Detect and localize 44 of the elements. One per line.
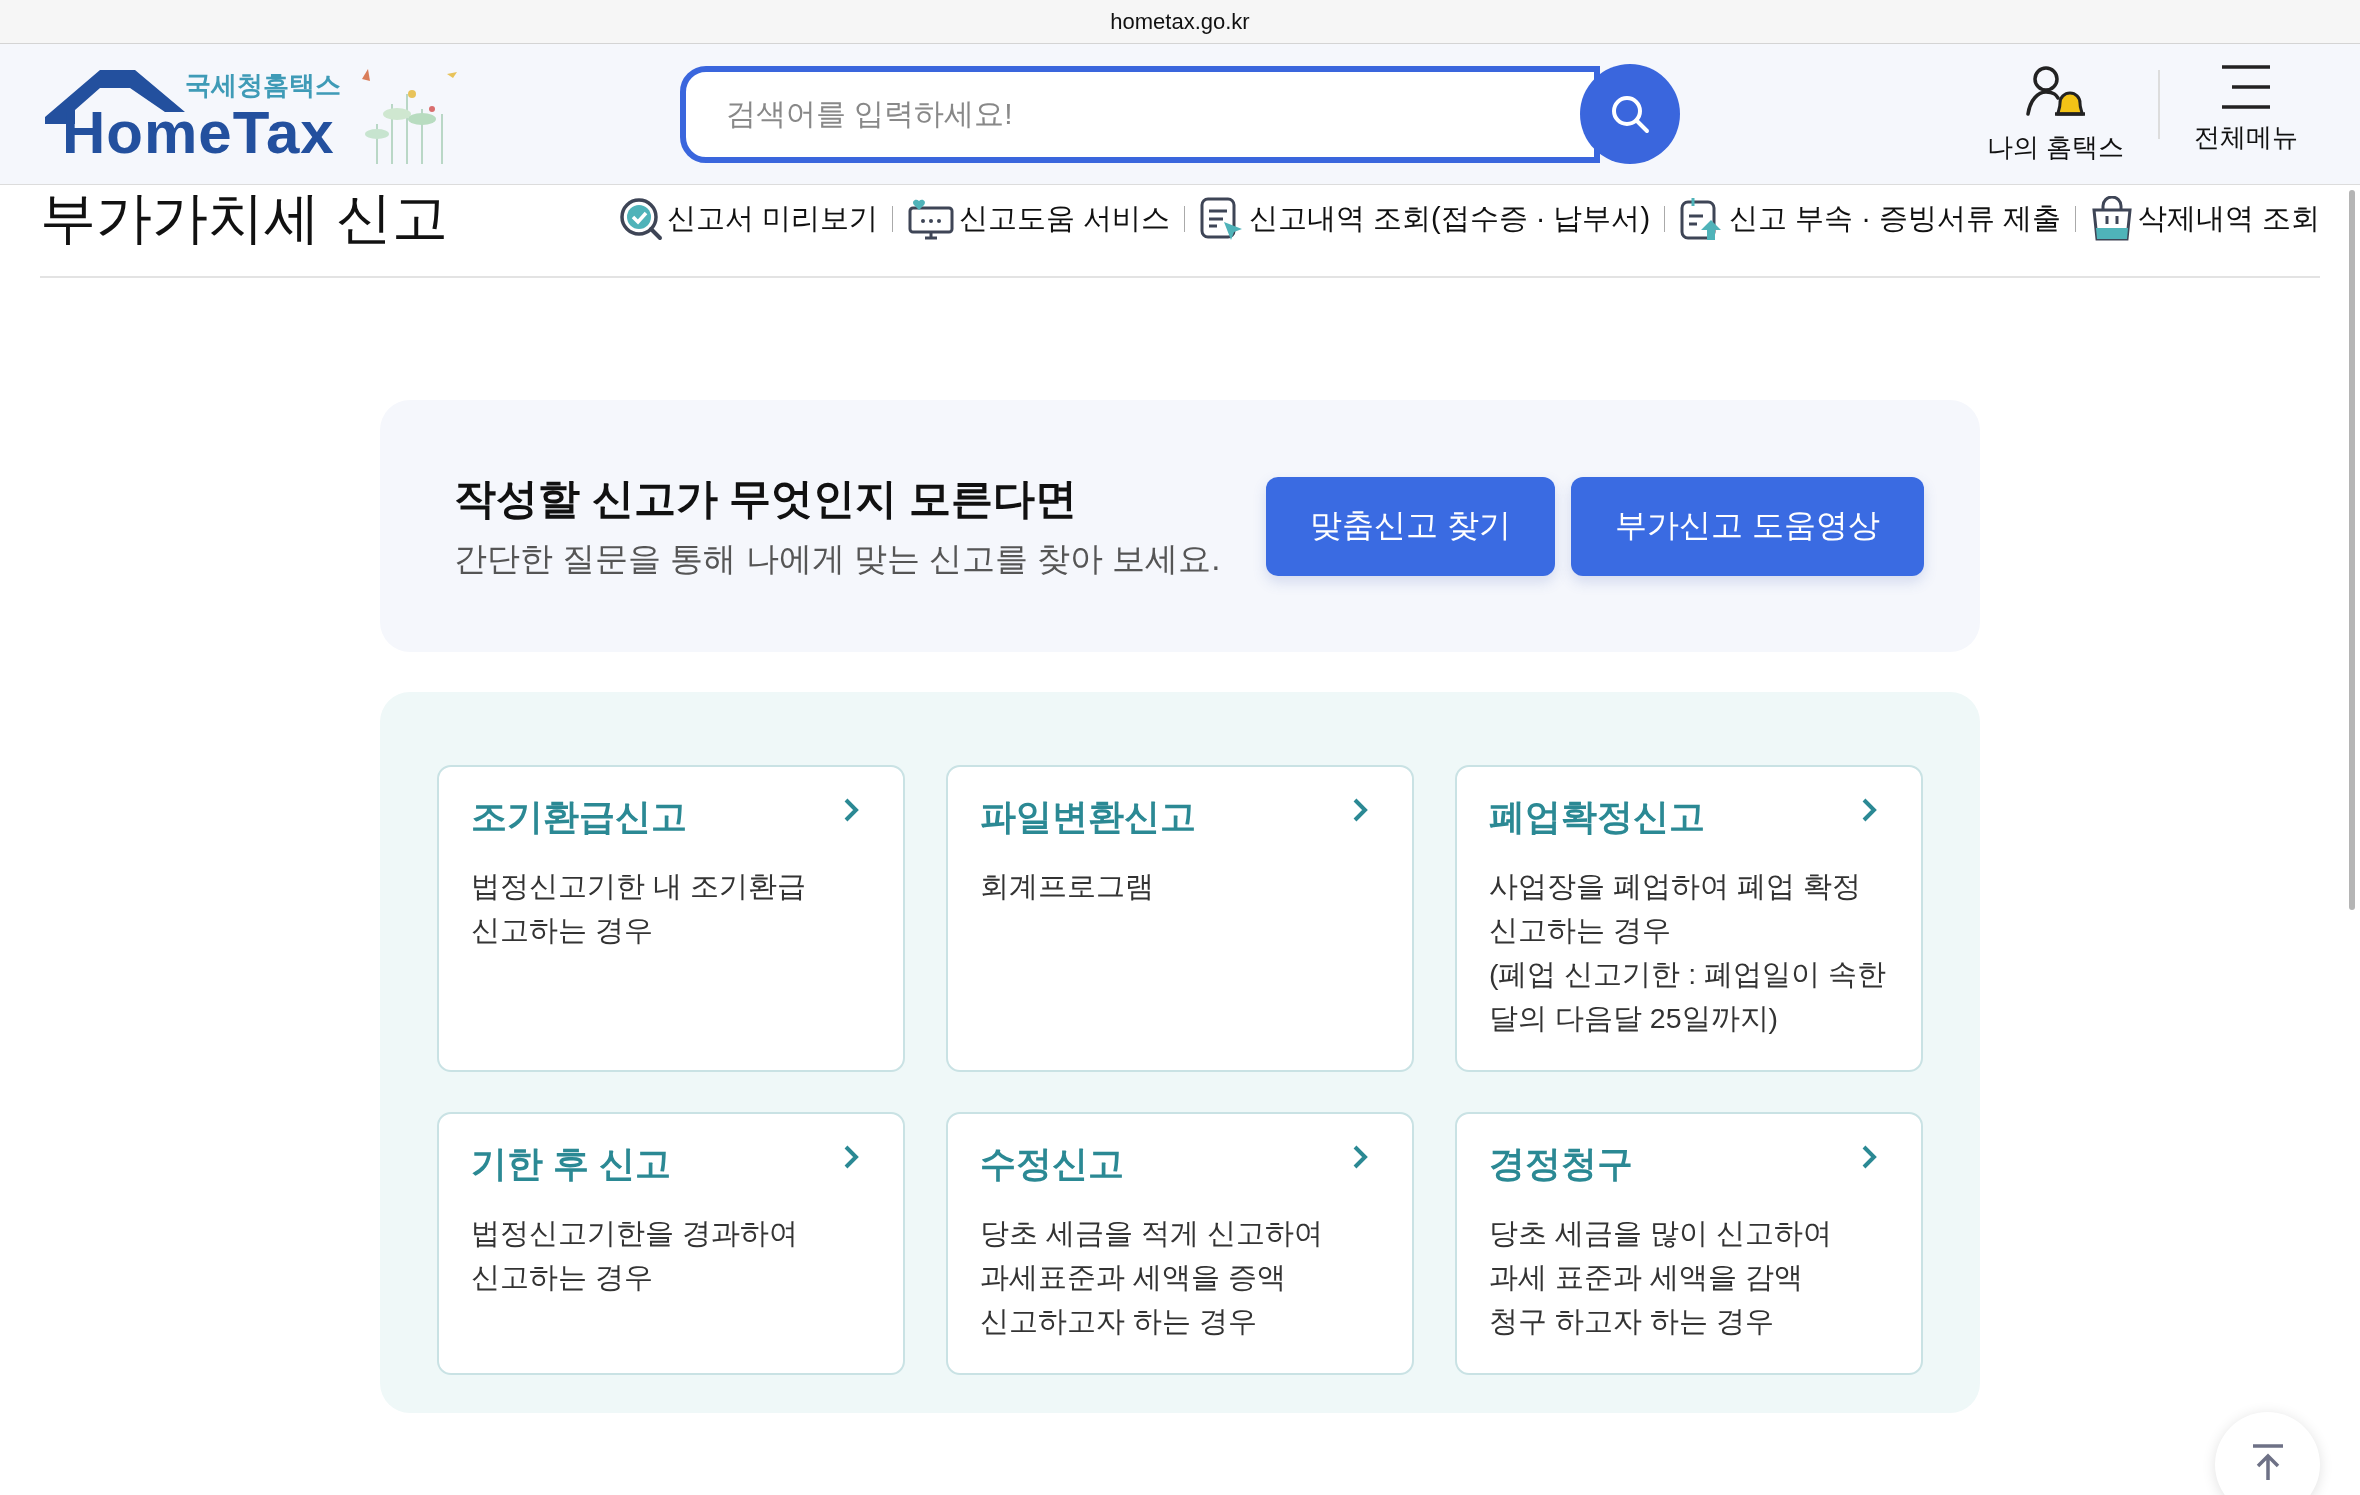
card-title: 경정청구 (1489, 1142, 1633, 1186)
filing-card[interactable]: 수정신고 당초 세금을 적게 신고하여 과세표준과 세액을 증액 신고하고자 하는 경우 (946, 1112, 1414, 1375)
menu-icon (2220, 63, 2272, 110)
card-title: 기한 후 신고 (471, 1142, 671, 1186)
toolbar-link[interactable]: 신고 부속 · 증빙서류 제출 (1679, 195, 2061, 242)
basket-icon (2089, 195, 2134, 242)
page-title: 부가가치세 신고 (40, 184, 448, 251)
address-bar-url[interactable]: hometax.go.kr (1110, 8, 1250, 35)
chevron-right-icon (1861, 1144, 1877, 1170)
card-title: 조기환급신고 (471, 795, 687, 839)
filing-card[interactable]: 조기환급신고 법정신고기한 내 조기환급 신고하는 경우 (437, 765, 905, 1072)
banner-button[interactable]: 부가신고 도움영상 (1571, 476, 1924, 576)
card-title: 폐업확정신고 (1489, 795, 1705, 839)
card-description: 법정신고기한을 경과하여 신고하는 경우 (471, 1216, 799, 1295)
chevron-right-icon (843, 797, 859, 823)
card-description: 회계프로그램 (980, 869, 1155, 904)
filing-card[interactable]: 경정청구 당초 세금을 많이 신고하여 과세 표준과 세액을 감액 청구 하고자 하는 경우 (1455, 1112, 1923, 1375)
card-description: 법정신고기한 내 조기환급 신고하는 경우 (471, 869, 807, 948)
chevron-right-icon (1352, 797, 1368, 823)
chevron-right-icon (1861, 797, 1877, 823)
scrollbar[interactable] (2349, 190, 2355, 910)
hometax-logo[interactable]: 국세청홈택스 HomeTax (40, 61, 460, 167)
filing-card[interactable]: 폐업확정신고 사업장을 폐업하여 폐업 확정 신고하는 경우 (폐업 신고기한 : 폐업일이 속한 달의 다음달 25일까지) (1455, 765, 1923, 1072)
full-menu-button[interactable]: 전체메뉴 (2160, 53, 2332, 175)
card-title: 파일변환신고 (980, 795, 1196, 839)
arrow-to-top-icon (2251, 1444, 2284, 1480)
filing-card[interactable]: 기한 후 신고 법정신고기한을 경과하여 신고하는 경우 (437, 1112, 905, 1375)
toolbar-link[interactable]: 삭제내역 조회 (2089, 195, 2320, 242)
card-title: 수정신고 (980, 1142, 1124, 1186)
toolbar-link[interactable]: 신고내역 조회(접수증 · 납부서) (1198, 195, 1651, 242)
banner-button[interactable]: 맞춤신고 찾기 (1266, 476, 1556, 576)
my-hometax-button[interactable]: 나의 홈택스 (1952, 53, 2158, 175)
card-description: 당초 세금을 적게 신고하여 과세표준과 세액을 증액 신고하고자 하는 경우 (980, 1216, 1324, 1339)
card-description: 당초 세금을 많이 신고하여 과세 표준과 세액을 감액 청구 하고자 하는 경우 (1489, 1216, 1833, 1339)
card-description: 사업장을 폐업하여 폐업 확정 신고하는 경우 (폐업 신고기한 : 폐업일이 속한 달의 다음달 25일까지) (1489, 869, 1888, 1036)
toolbar-link[interactable]: 신고도움 서비스 (906, 196, 1170, 241)
chevron-right-icon (843, 1144, 859, 1170)
toolbar-link[interactable]: 신고서 미리보기 (618, 196, 878, 241)
chevron-right-icon (1352, 1144, 1368, 1170)
banner-heading: 작성할 신고가 무엇인지 모른다면 (454, 473, 1078, 524)
banner-text: 간단한 질문을 통해 나에게 맞는 신고를 찾아 보세요. (454, 538, 1221, 579)
filing-card[interactable]: 파일변환신고 회계프로그램 (946, 765, 1414, 1072)
check-magnifier-icon (618, 196, 663, 241)
search-field[interactable]: 검색어를 입력하세요! (680, 65, 1600, 163)
